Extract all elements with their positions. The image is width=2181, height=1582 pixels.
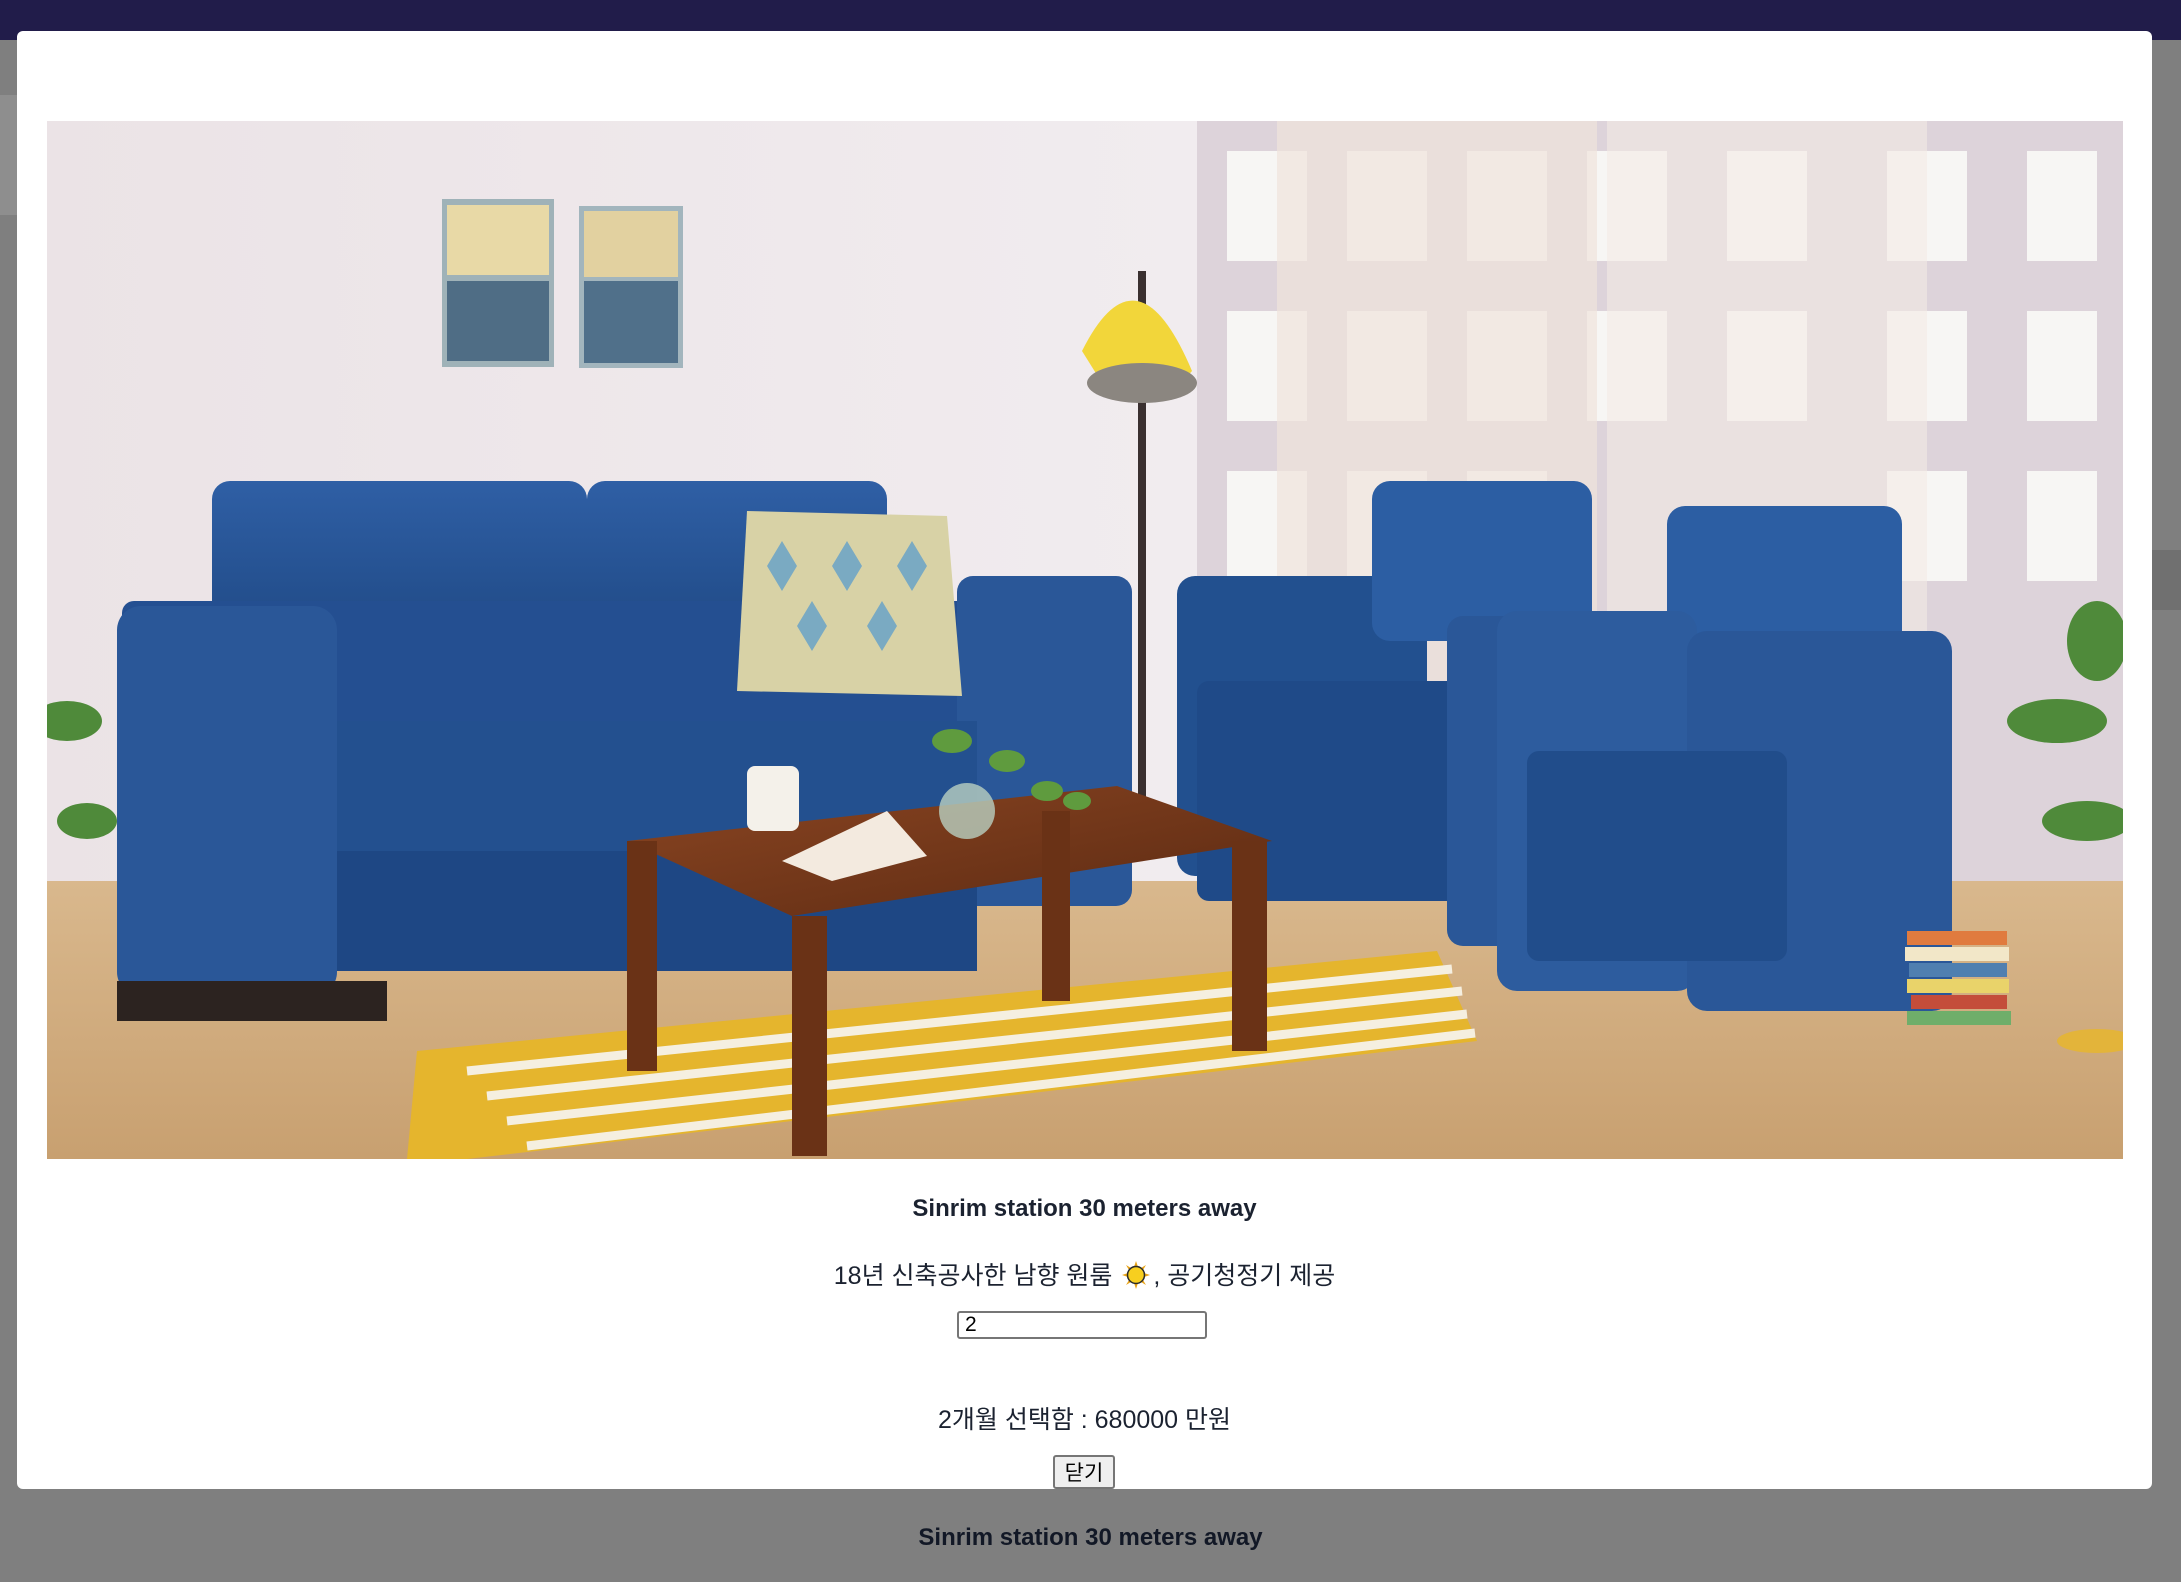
description-text: 18년 신축공사한 남향 원룸	[833, 1262, 1120, 1290]
background-card-edge	[2151, 550, 2181, 610]
background-card-edge	[0, 95, 18, 215]
sun-emoji-icon	[1122, 1261, 1151, 1289]
price-summary: 2개월 선택함 : 680000 만원	[937, 1406, 1232, 1434]
close-button[interactable]: 닫기	[1053, 1455, 1115, 1489]
background-card-title: Sinrim station 30 meters away	[918, 1524, 1263, 1551]
months-input[interactable]	[957, 1311, 1207, 1339]
room-photo	[47, 121, 2123, 1159]
description-text-tail: , 공기청정기 제공	[1153, 1262, 1336, 1290]
listing-title: Sinrim station 30 meters away	[912, 1195, 1257, 1222]
listing-detail-modal: Sinrim station 30 meters away 18년 신축공사한 …	[17, 31, 2152, 1489]
listing-description: 18년 신축공사한 남향 원룸 , 공기청정기 제공	[17, 1256, 2152, 1292]
